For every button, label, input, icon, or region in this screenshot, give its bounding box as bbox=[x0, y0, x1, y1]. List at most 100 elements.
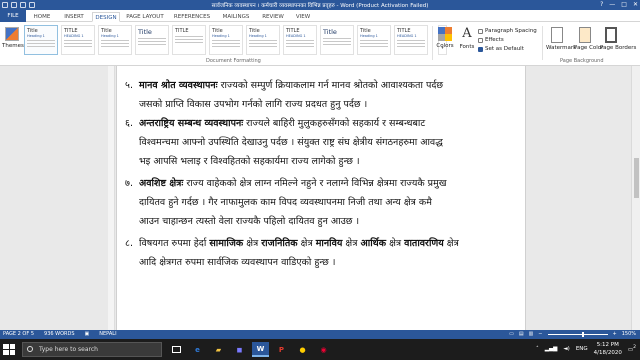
language-indicator-tray[interactable]: ENG bbox=[576, 346, 588, 352]
text-run: जसको प्राप्ति विकास उपभोग गर्नको लागि रा… bbox=[139, 99, 368, 110]
task-view-icon[interactable] bbox=[168, 342, 185, 357]
page-count[interactable]: PAGE 2 OF 5 bbox=[3, 330, 34, 339]
themes-button[interactable]: Themes bbox=[2, 25, 24, 61]
style-set-item[interactable]: TITLE HEADING 1 bbox=[394, 25, 428, 55]
tab-insert[interactable]: INSERT bbox=[60, 12, 88, 22]
edge-icon[interactable]: e bbox=[189, 342, 206, 357]
zoom-out-button[interactable]: − bbox=[538, 330, 542, 339]
tab-references[interactable]: REFERENCES bbox=[170, 12, 214, 22]
style-preview-line bbox=[360, 43, 388, 44]
page-borders-button[interactable]: Page Borders bbox=[600, 25, 636, 51]
style-set-item[interactable]: TITLE HEADING 1 bbox=[283, 25, 317, 55]
network-icon[interactable]: ▂▄▆ bbox=[545, 346, 558, 352]
vertical-ruler bbox=[108, 66, 115, 330]
text-line: आउन चाहान्छन त्यस्तो वेला राज्यकै पहिलो … bbox=[139, 212, 524, 231]
zoom-slider-thumb[interactable] bbox=[582, 332, 585, 337]
help-button[interactable]: ? bbox=[600, 1, 603, 8]
zoom-in-button[interactable]: + bbox=[613, 330, 617, 339]
notifications-icon[interactable]: ▭2 bbox=[628, 345, 636, 353]
text-run: क्षेत्र bbox=[386, 238, 405, 249]
style-set-item[interactable]: Title bbox=[135, 25, 169, 55]
text-line: दायितव हुने गर्दछ । गैर नाफामुलक काम विप… bbox=[139, 193, 524, 212]
close-button[interactable]: ✕ bbox=[633, 1, 638, 8]
maximize-button[interactable]: □ bbox=[621, 1, 627, 8]
tab-view[interactable]: VIEW bbox=[292, 12, 314, 22]
colors-button[interactable]: Colors bbox=[436, 25, 454, 49]
print-layout-icon[interactable]: ▤ bbox=[519, 330, 524, 339]
word-count[interactable]: 936 WORDS bbox=[44, 330, 75, 339]
recorder-icon[interactable]: ◉ bbox=[315, 342, 332, 357]
store-icon[interactable]: ◼ bbox=[231, 342, 248, 357]
language-indicator[interactable]: NEPALI bbox=[99, 330, 116, 339]
watermark-button[interactable]: Watermark bbox=[546, 25, 576, 51]
page-color-button[interactable]: Page Color bbox=[574, 25, 603, 51]
proofing-icon[interactable]: ▣ bbox=[85, 330, 90, 339]
style-set-heading: Heading 1 bbox=[212, 34, 230, 38]
text-run: क्षेत्र bbox=[243, 238, 262, 249]
themes-label: Themes bbox=[2, 43, 24, 49]
text-run: विषयगत रुपमा हेर्दा bbox=[139, 238, 210, 249]
style-preview-line bbox=[212, 46, 240, 47]
style-preview-line bbox=[249, 46, 277, 47]
style-set-heading: HEADING 1 bbox=[286, 34, 306, 38]
read-mode-icon[interactable]: ▭ bbox=[509, 330, 514, 339]
volume-icon[interactable]: ◄) bbox=[563, 346, 569, 352]
style-preview-line bbox=[323, 41, 351, 42]
document-formatting-label: Document Formatting bbox=[206, 58, 261, 64]
style-preview-line bbox=[27, 40, 55, 41]
style-preview-line bbox=[212, 40, 240, 41]
system-tray: ˄ ▂▄▆ ◄) ENG 5:12 PM 4/18/2020 ▭2 bbox=[536, 341, 636, 357]
tab-page-layout[interactable]: PAGE LAYOUT bbox=[124, 12, 166, 22]
list-number: ८. bbox=[125, 238, 133, 249]
style-set-item[interactable]: Title Heading 1 bbox=[209, 25, 243, 55]
document-area: ५. मानव श्रोत व्यवस्थापनः राज्यको सम्पुर्… bbox=[0, 66, 640, 330]
style-preview-line bbox=[27, 46, 55, 47]
tab-design[interactable]: DESIGN bbox=[92, 12, 120, 22]
tab-home[interactable]: HOME bbox=[30, 12, 54, 22]
style-set-item[interactable]: Title Heading 1 bbox=[246, 25, 280, 55]
style-set-item[interactable]: TITLE bbox=[172, 25, 206, 55]
style-preview-line bbox=[249, 43, 277, 44]
document-page[interactable]: ५. मानव श्रोत व्यवस्थापनः राज्यको सम्पुर्… bbox=[116, 66, 526, 330]
fonts-button[interactable]: A Fonts bbox=[458, 25, 476, 50]
bold-term: अवशिष्ट क्षेत्रः bbox=[139, 178, 184, 189]
effects-button[interactable]: Effects bbox=[478, 36, 540, 45]
page-background-label: Page Background bbox=[560, 58, 604, 64]
tab-mailings[interactable]: MAILINGS bbox=[218, 12, 254, 22]
chrome-icon[interactable]: ● bbox=[294, 342, 311, 357]
tab-file[interactable]: FILE bbox=[0, 10, 26, 22]
taskbar-search-box[interactable]: Type here to search bbox=[22, 342, 162, 357]
taskbar: Type here to search e ▰ ◼ W P ● ◉ ˄ ▂▄▆ … bbox=[0, 339, 640, 360]
paragraph-spacing-button[interactable]: Paragraph Spacing bbox=[478, 27, 540, 36]
style-set-item[interactable]: TITLE HEADING 1 bbox=[61, 25, 95, 55]
bold-term: आर्थिक bbox=[360, 238, 387, 249]
style-preview-line bbox=[323, 38, 351, 39]
scrollbar-thumb[interactable] bbox=[634, 158, 639, 198]
vertical-scrollbar[interactable] bbox=[631, 66, 640, 330]
clock[interactable]: 5:12 PM 4/18/2020 bbox=[594, 341, 622, 357]
ribbon: Themes Title Heading 1 TITLE HEADING 1 Title… bbox=[0, 22, 640, 66]
style-set-item[interactable]: Title Heading 1 bbox=[357, 25, 391, 55]
style-set-item[interactable]: Title bbox=[320, 25, 354, 55]
page-borders-icon bbox=[605, 27, 617, 43]
divider bbox=[542, 26, 543, 60]
windows-start-icon[interactable] bbox=[3, 344, 15, 355]
set-as-default-button[interactable]: Set as Default bbox=[478, 45, 540, 54]
style-set-item[interactable]: Title Heading 1 bbox=[98, 25, 132, 55]
style-preview-line bbox=[138, 41, 166, 42]
text-run: राज्य वाहेकको क्षेत्र लाग्न नमिल्ने नहुन… bbox=[183, 178, 447, 189]
text-run: क्षेत्र bbox=[342, 238, 361, 249]
style-set-item[interactable]: Title Heading 1 bbox=[24, 25, 58, 55]
zoom-level[interactable]: 150% bbox=[622, 330, 636, 339]
spacing-effects-group: Paragraph Spacing Effects Set as Default bbox=[478, 27, 540, 54]
web-layout-icon[interactable]: ▥ bbox=[529, 330, 534, 339]
minimize-button[interactable]: — bbox=[609, 1, 615, 8]
style-set-heading: HEADING 1 bbox=[397, 34, 417, 38]
word-app-icon[interactable]: W bbox=[252, 342, 269, 357]
show-hidden-icons-icon[interactable]: ˄ bbox=[536, 346, 539, 352]
powerpoint-icon[interactable]: P bbox=[273, 342, 290, 357]
file-explorer-icon[interactable]: ▰ bbox=[210, 342, 227, 357]
zoom-slider[interactable] bbox=[547, 332, 608, 337]
ribbon-tabs: FILE HOME INSERT DESIGN PAGE LAYOUT REFE… bbox=[0, 10, 640, 22]
tab-review[interactable]: REVIEW bbox=[258, 12, 288, 22]
